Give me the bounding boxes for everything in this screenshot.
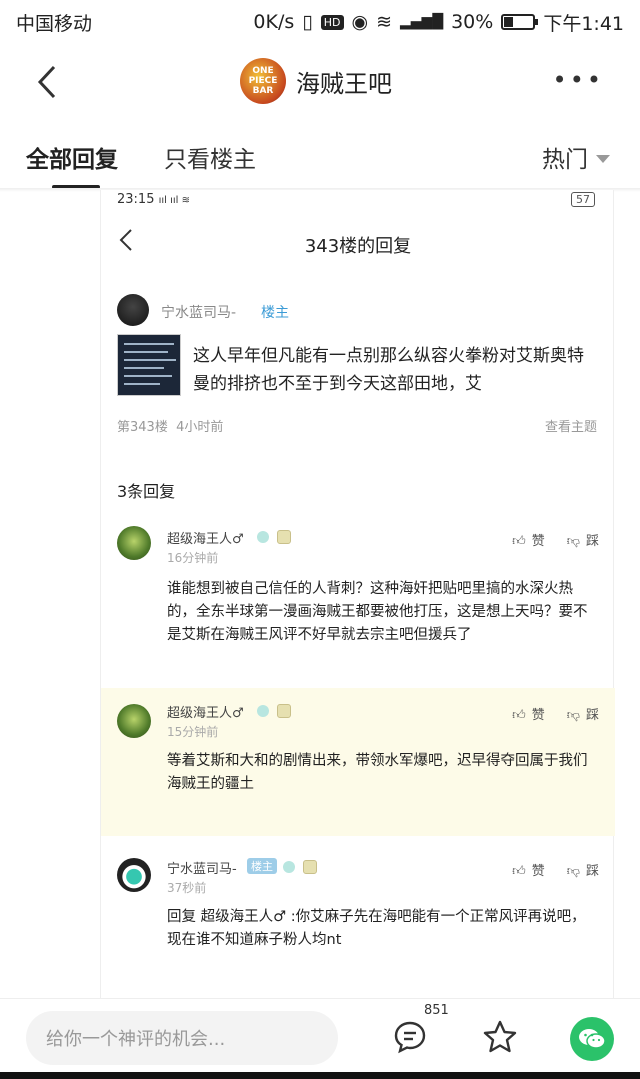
- chevron-left-icon[interactable]: [36, 64, 58, 109]
- reply-text: 谁能想到被自己信任的人背刺？这种海奸把贴吧里搞的水深火热的，全东半球第一漫画海贼…: [167, 581, 588, 643]
- like-button[interactable]: 👍︎ 赞: [512, 860, 545, 879]
- system-nav-bar: [0, 1072, 640, 1079]
- thumbs-up-icon: 👍︎: [512, 708, 526, 723]
- member-badge-icon: [277, 704, 291, 718]
- reply-username[interactable]: 宁水蓝司马-: [167, 858, 237, 877]
- like-button[interactable]: 👍︎ 赞: [512, 704, 545, 723]
- hd-icon: HD: [320, 14, 344, 30]
- level-badge-icon: [283, 861, 295, 873]
- thumbs-up-icon: 👍︎: [512, 864, 526, 879]
- star-icon[interactable]: [482, 1019, 518, 1055]
- avatar[interactable]: [117, 858, 151, 892]
- inner-battery: 57: [571, 192, 595, 207]
- reply-text: 回复 超级海王人♂ :你艾麻子先在海吧能有一个正常风评再说吧，现在谁不知道麻子粉…: [167, 909, 586, 948]
- op-username[interactable]: 宁水蓝司马-: [161, 302, 236, 322]
- comment-icon[interactable]: [392, 1019, 428, 1055]
- eye-icon: ◉: [351, 11, 369, 33]
- avatar[interactable]: [117, 704, 151, 738]
- comment-input[interactable]: 给你一个神评的机会...: [26, 1011, 338, 1065]
- sort-dropdown[interactable]: 热门: [542, 140, 610, 174]
- status-bar: 中国移动 0K/s ▯ HD ◉ ≋ ▂▄▆█ 30% 下午1:41: [0, 0, 640, 44]
- avatar[interactable]: [117, 294, 149, 326]
- sort-label: 热门: [542, 147, 588, 173]
- page-title: 海贼王吧: [296, 69, 392, 98]
- forum-logo: ONE PIECE BAR: [240, 58, 286, 104]
- clock: 下午1:41: [543, 12, 624, 35]
- reply-tabs: 全部回复 只看楼主 热门: [0, 130, 640, 189]
- reply-time: 37秒前: [167, 881, 207, 895]
- post-thumbnail[interactable]: [117, 334, 181, 396]
- reply-item: 超级海王人♂ 15分钟前 👍︎ 赞 👎︎ 踩 等着艾斯和大和的剧情出来，带领水军爆吧…: [101, 688, 615, 836]
- wifi-icon: ≋: [376, 11, 393, 33]
- floor-info: 第343楼 4小时前: [117, 420, 224, 435]
- reply-username[interactable]: 超级海王人♂: [167, 702, 244, 721]
- wechat-share-icon[interactable]: [570, 1017, 614, 1061]
- view-topic-link[interactable]: 查看主题: [545, 416, 597, 435]
- reply-time: 16分钟前: [167, 551, 219, 565]
- signal-icon: ▂▄▆█: [400, 14, 444, 30]
- level-badge-icon: [257, 531, 269, 543]
- dislike-button[interactable]: 👎︎ 踩: [567, 860, 599, 879]
- tab-all-replies[interactable]: 全部回复: [26, 140, 118, 174]
- reply-item: 超级海王人♂ 16分钟前 👍︎ 赞 👎︎ 踩 谁能想到被自己信任的人背刺？这种海奸把…: [101, 518, 615, 658]
- inner-page-title: 343楼的回复: [304, 236, 412, 257]
- member-badge-icon: [303, 860, 317, 874]
- reply-item: 宁水蓝司马- 楼主 37秒前 👍︎ 赞 👎︎ 踩 回复 超级海王人♂ :你艾麻子先在…: [101, 850, 615, 970]
- thumbs-up-icon: 👍︎: [512, 534, 526, 549]
- avatar[interactable]: [117, 526, 151, 560]
- dislike-button[interactable]: 👎︎ 踩: [567, 530, 599, 549]
- tab-op-only[interactable]: 只看楼主: [164, 140, 256, 174]
- reply-time: 15分钟前: [167, 725, 219, 739]
- carrier-label: 中国移动: [16, 12, 93, 35]
- member-badge-icon: [277, 530, 291, 544]
- more-dots-icon[interactable]: •••: [553, 66, 604, 94]
- bottom-bar: 给你一个神评的机会... 851: [0, 998, 640, 1079]
- app-header: ONE PIECE BAR 海贼王吧 •••: [0, 50, 640, 116]
- op-tag: 楼主: [247, 858, 277, 874]
- comment-count: 851: [424, 1003, 449, 1018]
- embedded-screenshot: 23:15 ııl ııl ≋ 57 343楼的回复 宁水蓝司马- 楼主 这人早…: [100, 190, 615, 1000]
- level-badge-icon: [257, 705, 269, 717]
- thumbs-down-icon: 👎︎: [566, 864, 580, 879]
- battery-percent: 30%: [451, 11, 494, 33]
- dislike-button[interactable]: 👎︎ 踩: [567, 704, 599, 723]
- reply-count: 3条回复: [117, 482, 176, 501]
- inner-status-time: 23:15 ııl ııl ≋: [117, 192, 191, 207]
- vibrate-icon: ▯: [302, 11, 313, 33]
- chevron-down-icon: [596, 155, 610, 163]
- reply-username[interactable]: 超级海王人♂: [167, 528, 244, 547]
- forum-title-group[interactable]: ONE PIECE BAR 海贼王吧: [240, 58, 392, 104]
- thumbs-down-icon: 👎︎: [566, 534, 580, 549]
- battery-icon: [501, 14, 539, 30]
- network-speed: 0K/s: [253, 11, 295, 33]
- like-button[interactable]: 👍︎ 赞: [512, 530, 545, 549]
- op-content: 这人早年但凡能有一点别那么纵容火拳粉对艾斯奥特曼的排挤也不至于到今天这部田地，艾: [193, 346, 584, 394]
- reply-text: 等着艾斯和大和的剧情出来，带领水军爆吧，迟早得夺回属于我们海贼王的疆土: [167, 753, 588, 792]
- thumbs-down-icon: 👎︎: [566, 708, 580, 723]
- op-tag: 楼主: [261, 305, 289, 321]
